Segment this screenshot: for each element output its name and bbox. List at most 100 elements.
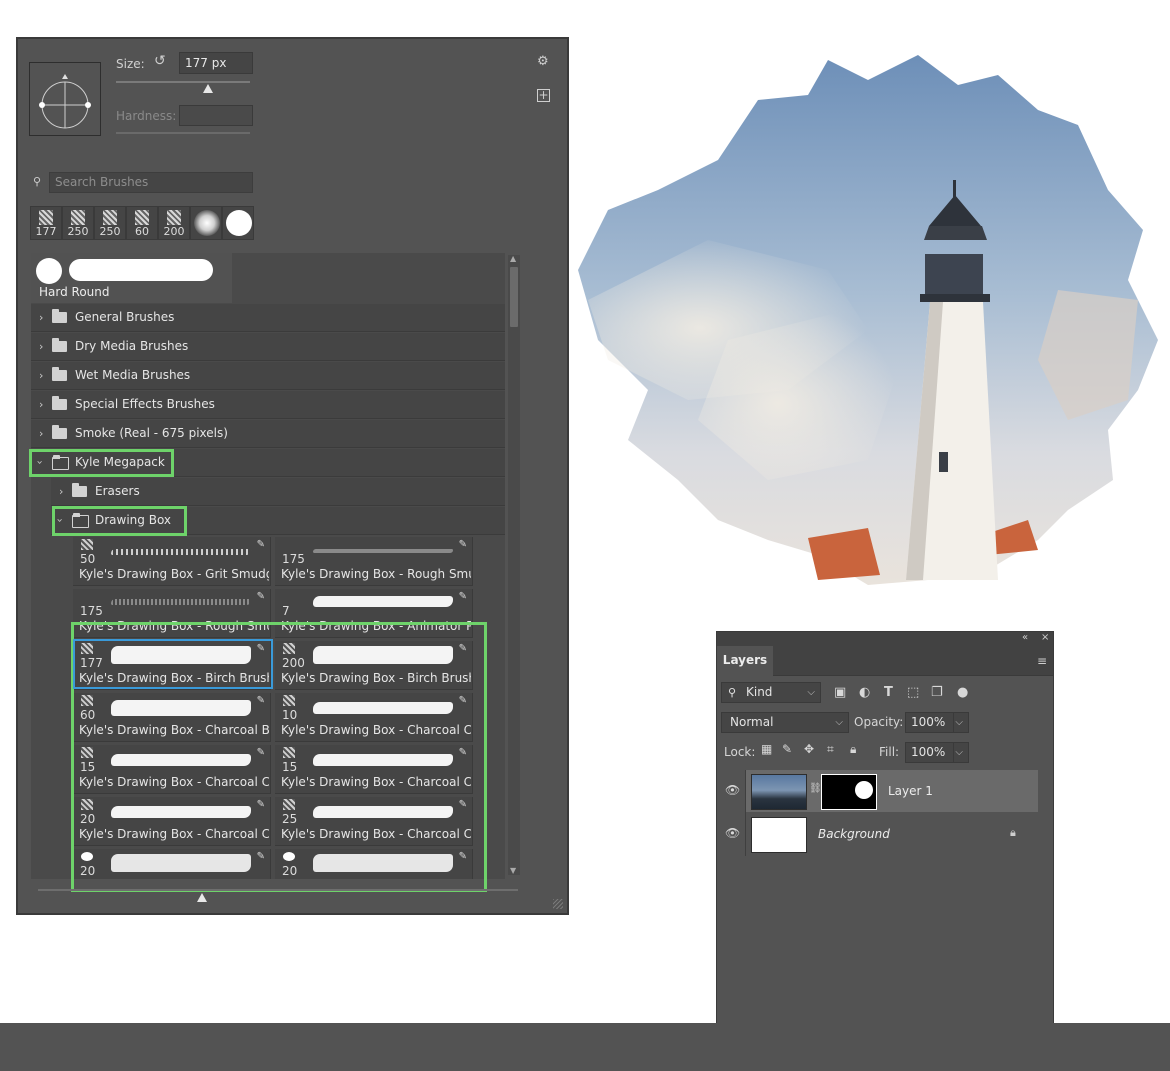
chevron-right-icon[interactable]: ›	[39, 420, 43, 447]
layer-row-layer-1[interactable]: 👁︎ ⛓ Layer 1	[725, 770, 1038, 812]
chevron-right-icon[interactable]: ›	[39, 304, 43, 331]
panel-titlebar[interactable]: « ×	[717, 632, 1053, 646]
brush-tile[interactable]: ✎ 50 Kyle's Drawing Box - Grit Smudge	[73, 537, 271, 586]
size-field[interactable]: 177 px	[179, 52, 253, 74]
preview-size-slider[interactable]	[38, 889, 518, 891]
chevron-right-icon[interactable]: ›	[59, 478, 63, 505]
blend-mode-dropdown[interactable]: Normal ⌵	[721, 712, 849, 733]
layer-name[interactable]: Layer 1	[888, 784, 933, 798]
chevron-right-icon[interactable]: ›	[39, 333, 43, 360]
textured-brush-icon	[103, 210, 117, 225]
brush-angle-preview[interactable]	[29, 62, 101, 136]
folder-icon	[72, 483, 87, 497]
size-slider-track[interactable]	[116, 81, 250, 83]
hardness-slider-track[interactable]	[116, 132, 250, 134]
collapse-icon[interactable]: «	[1022, 632, 1028, 643]
gear-icon[interactable]: ⚙	[537, 54, 549, 69]
pixel-filter-icon[interactable]: ▣	[834, 685, 846, 700]
tab-layers[interactable]: Layers	[717, 646, 774, 676]
folder-wet-media[interactable]: › Wet Media Brushes	[31, 362, 505, 390]
filter-toggle-icon[interactable]: ●	[957, 685, 968, 700]
panel-menu-icon[interactable]: ≡	[1037, 654, 1047, 668]
fill-dropdown[interactable]: ⌵	[953, 742, 969, 763]
mask-shape	[855, 781, 873, 799]
brush-size: 7	[282, 604, 290, 618]
lighthouse-spire	[953, 180, 956, 198]
stroke-preview	[69, 259, 213, 281]
chevron-down-icon: ⌵	[955, 747, 963, 758]
layer-thumbnail	[751, 817, 807, 853]
lock-paint-icon[interactable]: ✎	[782, 742, 792, 756]
filter-kind-value: Kind	[746, 685, 773, 699]
adjustment-filter-icon[interactable]: ◐	[859, 685, 870, 700]
resize-grip-icon[interactable]	[553, 899, 563, 909]
search-icon: ⚲	[33, 175, 42, 188]
search-brushes-input[interactable]: Search Brushes	[49, 172, 253, 193]
lock-all-icon[interactable]: 🔒︎	[850, 742, 856, 757]
recent-brush-4[interactable]: 60	[126, 206, 158, 240]
recent-brush-5[interactable]: 200	[158, 206, 190, 240]
hardness-field[interactable]	[179, 105, 253, 126]
chain-link-icon[interactable]: ⛓	[809, 783, 822, 794]
recent-brush-6[interactable]	[190, 206, 222, 240]
brush-list-scrollbar[interactable]: ▲ ▼	[508, 254, 520, 875]
smudge-icon: ✎	[256, 539, 265, 550]
smart-object-filter-icon[interactable]: ❐	[931, 685, 943, 700]
folder-special-effects[interactable]: › Special Effects Brushes	[31, 391, 505, 419]
opacity-dropdown[interactable]: ⌵	[953, 712, 969, 733]
folder-general-brushes[interactable]: › General Brushes	[31, 304, 505, 332]
brush-tip-crosshair-icon	[39, 74, 91, 129]
soft-round-icon	[194, 210, 220, 236]
folder-smoke[interactable]: › Smoke (Real - 675 pixels)	[31, 420, 505, 448]
scroll-thumb[interactable]	[510, 267, 518, 327]
highlight-drawing-box	[52, 506, 187, 536]
size-slider-thumb[interactable]	[203, 84, 213, 93]
brush-size: 175	[80, 604, 103, 618]
lock-artboard-icon[interactable]: ⌗	[827, 742, 834, 757]
brushes-panel: Size: ↺ 177 px Hardness: ⚙ + ⚲ Search Br…	[16, 37, 569, 915]
filter-kind-dropdown[interactable]: ⚲ Kind ⌵	[721, 682, 821, 703]
opacity-label: Opacity:	[854, 715, 904, 729]
hardness-label: Hardness:	[116, 109, 177, 123]
eye-icon[interactable]: 👁︎	[725, 826, 740, 840]
lock-icon: 🔒︎	[1010, 826, 1016, 839]
folder-icon	[52, 309, 67, 323]
eye-icon[interactable]: 👁︎	[725, 783, 740, 797]
folder-name: Special Effects Brushes	[75, 397, 215, 411]
folder-erasers[interactable]: › Erasers	[51, 478, 505, 506]
preview-size-thumb[interactable]	[197, 893, 207, 902]
brush-tile[interactable]: ✎ 175 Kyle's Drawing Box - Rough Smu...	[275, 537, 473, 586]
recent-brush-1[interactable]: 177	[30, 206, 62, 240]
recent-brush-2[interactable]: 250	[62, 206, 94, 240]
scroll-down-icon[interactable]: ▼	[510, 866, 516, 875]
layer-mask-thumbnail[interactable]	[821, 774, 877, 810]
folder-name: Dry Media Brushes	[75, 339, 189, 353]
opacity-field[interactable]: 100%	[905, 712, 957, 733]
folder-name: General Brushes	[75, 310, 175, 324]
recent-brush-size: 250	[67, 225, 89, 238]
chevron-down-icon: ⌵	[835, 717, 843, 728]
chevron-right-icon[interactable]: ›	[39, 391, 43, 418]
reset-size-icon[interactable]: ↺	[154, 53, 166, 69]
new-brush-icon[interactable]: +	[537, 89, 550, 102]
type-filter-icon[interactable]: T	[884, 685, 893, 700]
folder-dry-media[interactable]: › Dry Media Brushes	[31, 333, 505, 361]
hard-round-preset[interactable]: Hard Round	[31, 253, 232, 303]
lock-transparent-icon[interactable]: ▦	[761, 742, 772, 756]
layer-row-background[interactable]: 👁︎ Background 🔒︎	[725, 813, 1038, 855]
folder-name: Smoke (Real - 675 pixels)	[75, 426, 228, 440]
lock-position-icon[interactable]: ✥	[804, 742, 814, 756]
brush-tip-icon	[81, 539, 93, 550]
close-icon[interactable]: ×	[1041, 632, 1049, 643]
chevron-right-icon[interactable]: ›	[39, 362, 43, 389]
layer-name[interactable]: Background	[818, 827, 890, 841]
highlight-kyle-megapack	[29, 449, 174, 477]
recent-brush-7[interactable]	[222, 206, 254, 240]
textured-brush-icon	[135, 210, 149, 225]
textured-brush-icon	[39, 210, 53, 225]
recent-brush-size: 60	[135, 225, 149, 238]
recent-brush-3[interactable]: 250	[94, 206, 126, 240]
scroll-up-icon[interactable]: ▲	[510, 254, 516, 263]
shape-filter-icon[interactable]: ⬚	[907, 685, 919, 700]
fill-field[interactable]: 100%	[905, 742, 957, 763]
